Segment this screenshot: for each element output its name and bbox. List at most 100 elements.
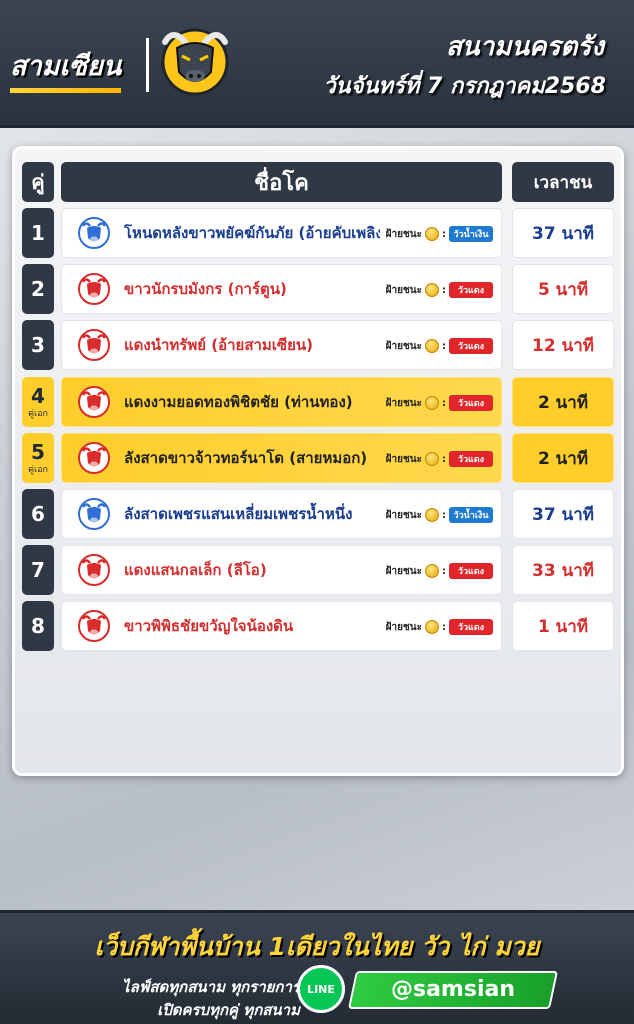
match-number-value: 5 (31, 440, 45, 464)
winner-indicator: ฝ้ายชนะ : วัวแดง (386, 378, 493, 428)
brand-logo-text: สามเซียน (10, 44, 122, 93)
match-number-value: 1 (31, 221, 45, 245)
bull-name: แดงแสนกลเล็ก (ลีโอ) (124, 561, 267, 579)
winner-side-tag: วัวแดง (449, 338, 493, 354)
winner-label: ฝ้ายชนะ (385, 621, 422, 633)
table-row: 8 ขาวพิพิธชัยขวัญใจน้องดิน ฝ้ายชนะ : วัว… (22, 601, 614, 651)
column-header-time: เวลาชน (512, 162, 614, 202)
red-bull-icon (78, 610, 110, 642)
red-bull-icon (78, 442, 110, 474)
winner-indicator: ฝ้ายชนะ : วัวแดง (386, 434, 493, 484)
line-app-icon[interactable]: LINE (297, 965, 345, 1013)
logo-divider (146, 38, 149, 92)
table-row: 6 ลังสาดเพชรแสนเหลี่ยมเพชรน้ำหนึ่ง ฝ้ายช… (22, 489, 614, 539)
winner-label: ฝ้ายชนะ (385, 565, 422, 577)
red-bull-icon (78, 273, 110, 305)
fight-time: 2 นาที (512, 433, 614, 483)
fight-time: 1 นาที (512, 601, 614, 651)
match-number: 3 (22, 320, 54, 370)
winner-side-tag: วัวน้ำเงิน (449, 507, 493, 523)
coin-icon (425, 396, 439, 410)
footer-line-1: ไลฟ์สดทุกสนาม ทุกรายการ (122, 978, 300, 996)
match-number: 6 (22, 489, 54, 539)
colon: : (442, 284, 446, 296)
winner-indicator: ฝ้ายชนะ : วัวแดง (386, 546, 493, 596)
match-number: 8 (22, 601, 54, 651)
table-row: 7 แดงแสนกลเล็ก (ลีโอ) ฝ้ายชนะ : วัวแดง 3… (22, 545, 614, 595)
winner-label: ฝ้ายชนะ (385, 509, 422, 521)
table-row: 3 แดงนำทรัพย์ (อ้ายสามเซียน) ฝ้ายชนะ : ว… (22, 320, 614, 370)
winner-side-tag: วัวแดง (449, 563, 493, 579)
winner-indicator: ฝ้ายชนะ : วัวแดง (386, 321, 493, 371)
column-header-number: คู่ (22, 162, 54, 202)
match-number: 4 คู่เอก (22, 377, 54, 427)
main-event-label: คู่เอก (28, 409, 48, 419)
bull-name: แดงนำทรัพย์ (อ้ายสามเซียน) (124, 336, 314, 354)
fight-time: 37 นาที (512, 208, 614, 258)
fight-time: 2 นาที (512, 377, 614, 427)
match-number-value: 8 (31, 614, 45, 638)
coin-icon (425, 452, 439, 466)
match-number-value: 3 (31, 333, 45, 357)
match-number: 2 (22, 264, 54, 314)
coin-icon (425, 339, 439, 353)
winner-indicator: ฝ้ายชนะ : วัวแดง (386, 265, 493, 315)
colon: : (442, 228, 446, 240)
winner-label: ฝ้ายชนะ (385, 453, 422, 465)
winner-side-tag: วัวแดง (449, 282, 493, 298)
bull-name-cell: ลังสาดเพชรแสนเหลี่ยมเพชรน้ำหนึ่ง ฝ้ายชนะ… (61, 489, 502, 539)
fight-time: 12 นาที (512, 320, 614, 370)
bull-name: ลังสาดเพชรแสนเหลี่ยมเพชรน้ำหนึ่ง (124, 505, 353, 523)
coin-icon (425, 620, 439, 634)
bull-name-cell: แดงแสนกลเล็ก (ลีโอ) ฝ้ายชนะ : วัวแดง (61, 545, 502, 595)
match-number: 7 (22, 545, 54, 595)
main-event-label: คู่เอก (28, 465, 48, 475)
table-row: 1 โหนดหลังขาวพยัคฆ์กันภัย (อ้ายคับเพลิง)… (22, 208, 614, 258)
fight-time: 5 นาที (512, 264, 614, 314)
match-number: 5 คู่เอก (22, 433, 54, 483)
bull-name-cell: ขาวพิพิธชัยขวัญใจน้องดิน ฝ้ายชนะ : วัวแด… (61, 601, 502, 651)
header: สามเซียน สนามนครตรัง วันจันทร์ที่ 7 กรกฎ… (0, 0, 634, 128)
bull-name-cell: ขาวนักรบมังกร (การ์ตูน) ฝ้ายชนะ : วัวแดง (61, 264, 502, 314)
footer-line-2: เปิดครบทุกคู่ ทุกสนาม (157, 1001, 300, 1019)
bull-name-cell: แดงงามยอดทองพิชิตชัย (ท่านทอง) ฝ้ายชนะ :… (61, 377, 502, 427)
winner-label: ฝ้ายชนะ (385, 340, 422, 352)
coin-icon (425, 564, 439, 578)
bull-name-cell: ลังสาดขาวจ้าวทอร์นาโด (สายหมอก) ฝ้ายชนะ … (61, 433, 502, 483)
winner-indicator: ฝ้ายชนะ : วัวน้ำเงิน (386, 490, 493, 540)
match-number-value: 7 (31, 558, 45, 582)
winner-indicator: ฝ้ายชนะ : วัวแดง (386, 602, 493, 652)
bull-name: ขาวนักรบมังกร (การ์ตูน) (124, 280, 287, 298)
fight-time: 33 นาที (512, 545, 614, 595)
colon: : (442, 509, 446, 521)
bull-name: ขาวพิพิธชัยขวัญใจน้องดิน (124, 617, 294, 635)
coin-icon (425, 508, 439, 522)
bull-name-cell: โหนดหลังขาวพยัคฆ์กันภัย (อ้ายคับเพลิง) ฝ… (61, 208, 502, 258)
match-number-value: 6 (31, 502, 45, 526)
fight-time: 37 นาที (512, 489, 614, 539)
line-icon-label: LINE (307, 982, 335, 996)
colon: : (442, 621, 446, 633)
blue-bull-icon (78, 217, 110, 249)
blue-bull-icon (78, 498, 110, 530)
red-bull-icon (78, 554, 110, 586)
coin-icon (425, 227, 439, 241)
red-bull-icon (78, 329, 110, 361)
match-number-value: 2 (31, 277, 45, 301)
winner-label: ฝ้ายชนะ (385, 228, 422, 240)
event-date: วันจันทร์ที่ 7 กรกฎาคม2568 (323, 74, 606, 99)
column-header-name: ชื่อโค (61, 162, 502, 202)
footer-slogan: เว็บกีฬาพื้นบ้าน 1เดียวในไทย วัว ไก่ มวย (94, 932, 540, 961)
table-row: 2 ขาวนักรบมังกร (การ์ตูน) ฝ้ายชนะ : วัวแ… (22, 264, 614, 314)
winner-label: ฝ้ายชนะ (385, 397, 422, 409)
winner-side-tag: วัวแดง (449, 451, 493, 467)
bull-head-icon (161, 28, 229, 96)
red-bull-icon (78, 386, 110, 418)
coin-icon (425, 283, 439, 297)
match-number-value: 4 (31, 384, 45, 408)
match-number: 1 (22, 208, 54, 258)
table-row: 4 คู่เอก แดงงามยอดทองพิชิตชัย (ท่านทอง) … (22, 377, 614, 427)
line-handle-button[interactable]: @samsian (347, 971, 559, 1009)
table-row: 5 คู่เอก ลังสาดขาวจ้าวทอร์นาโด (สายหมอก)… (22, 433, 614, 483)
bull-name: ลังสาดขาวจ้าวทอร์นาโด (สายหมอก) (124, 449, 368, 467)
